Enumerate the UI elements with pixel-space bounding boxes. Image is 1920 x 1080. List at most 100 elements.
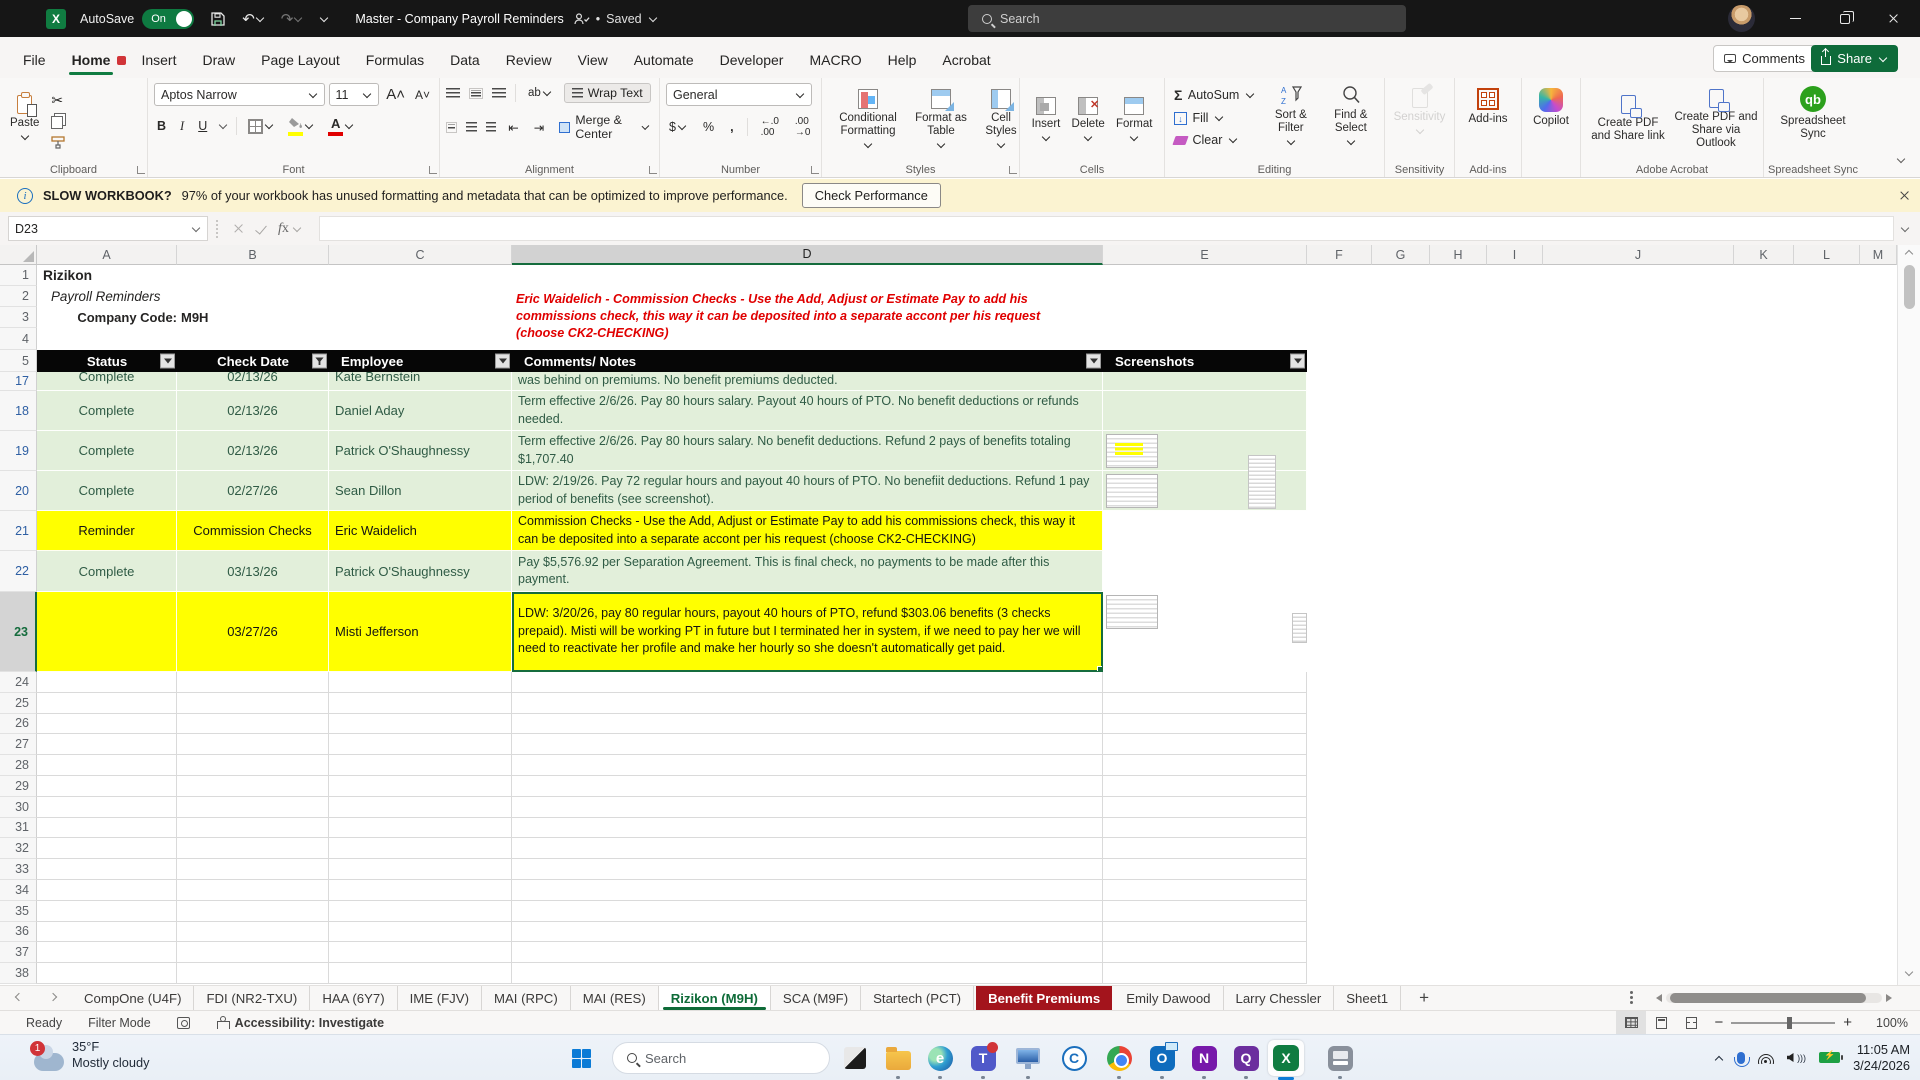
cell-C25[interactable] — [329, 692, 512, 714]
cell-B33[interactable] — [177, 859, 329, 880]
font-color-button[interactable]: A — [325, 114, 357, 138]
cell-E20[interactable] — [1103, 471, 1307, 511]
excel-app-icon[interactable]: X — [46, 8, 66, 29]
cell-A27[interactable] — [37, 734, 177, 756]
cell-C18[interactable]: Daniel Aday — [329, 391, 512, 431]
format-painter-button[interactable] — [51, 135, 66, 149]
cell-E24[interactable] — [1103, 672, 1307, 693]
cell-A28[interactable] — [37, 755, 177, 776]
cell-D20[interactable]: LDW: 2/19/26. Pay 72 regular hours and p… — [512, 471, 1103, 511]
cell-D18[interactable]: Term effective 2/6/26. Pay 80 hours sala… — [512, 391, 1103, 431]
cell-E26[interactable] — [1103, 713, 1307, 735]
row-header-31[interactable]: 31 — [0, 817, 37, 839]
horizontal-scrollbar[interactable] — [1652, 990, 1896, 1006]
cell-B2[interactable] — [177, 286, 329, 307]
cell-D24[interactable] — [512, 672, 1103, 693]
wifi-icon[interactable] — [1757, 1052, 1774, 1064]
align-middle-button[interactable] — [469, 87, 483, 99]
row-header-26[interactable]: 26 — [0, 713, 37, 735]
sort-filter-button[interactable]: AZ Sort & Filter — [1264, 83, 1318, 147]
cell-B17[interactable]: 02/13/26 — [177, 372, 329, 391]
merge-center-button[interactable]: Merge & Center — [556, 111, 653, 143]
row-header-30[interactable]: 30 — [0, 796, 37, 818]
cut-button[interactable]: ✂ — [51, 92, 65, 109]
collapse-ribbon-button[interactable] — [1896, 152, 1906, 167]
row-header-25[interactable]: 25 — [0, 692, 37, 714]
teams-button[interactable]: T — [969, 1041, 998, 1072]
percent-button[interactable]: % — [700, 118, 717, 136]
vertical-scrollbar[interactable] — [1897, 245, 1920, 985]
cell-C33[interactable] — [329, 859, 512, 880]
cell-D37[interactable] — [512, 942, 1103, 964]
format-as-table-button[interactable]: Format as Table — [908, 88, 974, 150]
row-header-28[interactable]: 28 — [0, 755, 37, 776]
cell-E33[interactable] — [1103, 859, 1307, 880]
cell-A33[interactable] — [37, 859, 177, 880]
cell-C22[interactable]: Patrick O'Shaughnessy — [329, 551, 512, 592]
next-sheet-icon[interactable] — [48, 992, 58, 1002]
format-cells-button[interactable]: Format — [1112, 96, 1156, 143]
cell-E1[interactable] — [1103, 265, 1307, 286]
cell-A29[interactable] — [37, 775, 177, 797]
column-header-I[interactable]: I — [1487, 245, 1543, 265]
align-right-button[interactable] — [485, 121, 497, 133]
search-box[interactable]: Search — [968, 5, 1406, 32]
clipboard-dialog-launcher[interactable] — [137, 166, 145, 174]
cell-A36[interactable] — [37, 921, 177, 943]
macro-record-button[interactable] — [176, 1016, 190, 1029]
cell-C32[interactable] — [329, 838, 512, 860]
cell-C19[interactable]: Patrick O'Shaughnessy — [329, 431, 512, 471]
row-header-21[interactable]: 21 — [0, 511, 37, 551]
cell-E21[interactable] — [1103, 511, 1307, 551]
cell-B1[interactable] — [177, 265, 329, 286]
cell-D34[interactable] — [512, 879, 1103, 901]
cell-C1[interactable] — [329, 265, 512, 286]
cell-C35[interactable] — [329, 900, 512, 922]
increase-decimal-button[interactable]: ←.0.00 — [758, 114, 782, 140]
page-layout-view-button[interactable] — [1646, 1011, 1676, 1034]
prev-sheet-icon[interactable] — [14, 992, 24, 1002]
scroll-left-icon[interactable] — [1652, 994, 1662, 1002]
cell-D38[interactable] — [512, 963, 1103, 984]
quick-access-customize-button[interactable] — [319, 13, 329, 23]
cell-E22[interactable] — [1103, 551, 1307, 592]
row-header-32[interactable]: 32 — [0, 838, 37, 860]
cell-A24[interactable] — [37, 672, 177, 693]
cell-A34[interactable] — [37, 879, 177, 901]
remote-desktop-button[interactable] — [1014, 1044, 1042, 1072]
save-status[interactable]: • Saved — [574, 12, 658, 26]
delete-cells-button[interactable]: Delete — [1068, 96, 1109, 143]
cell-B30[interactable] — [177, 796, 329, 818]
fill-color-button[interactable] — [285, 115, 317, 138]
row-header-20[interactable]: 20 — [0, 471, 37, 511]
column-header-B[interactable]: B — [177, 245, 329, 265]
sheet-tab-sca-m9f-[interactable]: SCA (M9F) — [771, 986, 862, 1010]
wrap-text-button[interactable]: Wrap Text — [563, 83, 651, 103]
minimize-button[interactable] — [1772, 0, 1818, 37]
cell-D22[interactable]: Pay $5,576.92 per Separation Agreement. … — [512, 551, 1103, 592]
sheet-tab-benefit-premiums[interactable]: Benefit Premiums — [976, 986, 1113, 1010]
microphone-icon[interactable] — [1733, 1051, 1750, 1067]
autosave-toggle[interactable]: On — [142, 8, 195, 29]
ribbon-tab-view[interactable]: View — [565, 43, 621, 78]
addins-button[interactable]: Add-ins — [1461, 87, 1515, 127]
sheet-tab-haa-6y7-[interactable]: HAA (6Y7) — [310, 986, 398, 1010]
cell-E35[interactable] — [1103, 900, 1307, 922]
column-header-G[interactable]: G — [1372, 245, 1430, 265]
enter-entry-icon[interactable] — [255, 222, 267, 235]
ribbon-tab-developer[interactable]: Developer — [707, 43, 797, 78]
outlook-button[interactable]: O — [1148, 1041, 1178, 1072]
styles-dialog-launcher[interactable] — [1009, 166, 1017, 174]
row-header-19[interactable]: 19 — [0, 431, 37, 471]
cell-D27[interactable] — [512, 734, 1103, 756]
cell-E37[interactable] — [1103, 942, 1307, 964]
accounting-format-button[interactable]: $ — [666, 118, 690, 136]
user-avatar[interactable] — [1728, 5, 1755, 32]
column-header-L[interactable]: L — [1794, 245, 1860, 265]
cell-C17[interactable]: Kate Bernstein — [329, 372, 512, 391]
cell-A20[interactable]: Complete — [37, 471, 177, 511]
cell-B35[interactable] — [177, 900, 329, 922]
font-name-select[interactable]: Aptos Narrow — [154, 83, 325, 106]
cell-D36[interactable] — [512, 921, 1103, 943]
underline-button[interactable]: U — [195, 117, 210, 135]
